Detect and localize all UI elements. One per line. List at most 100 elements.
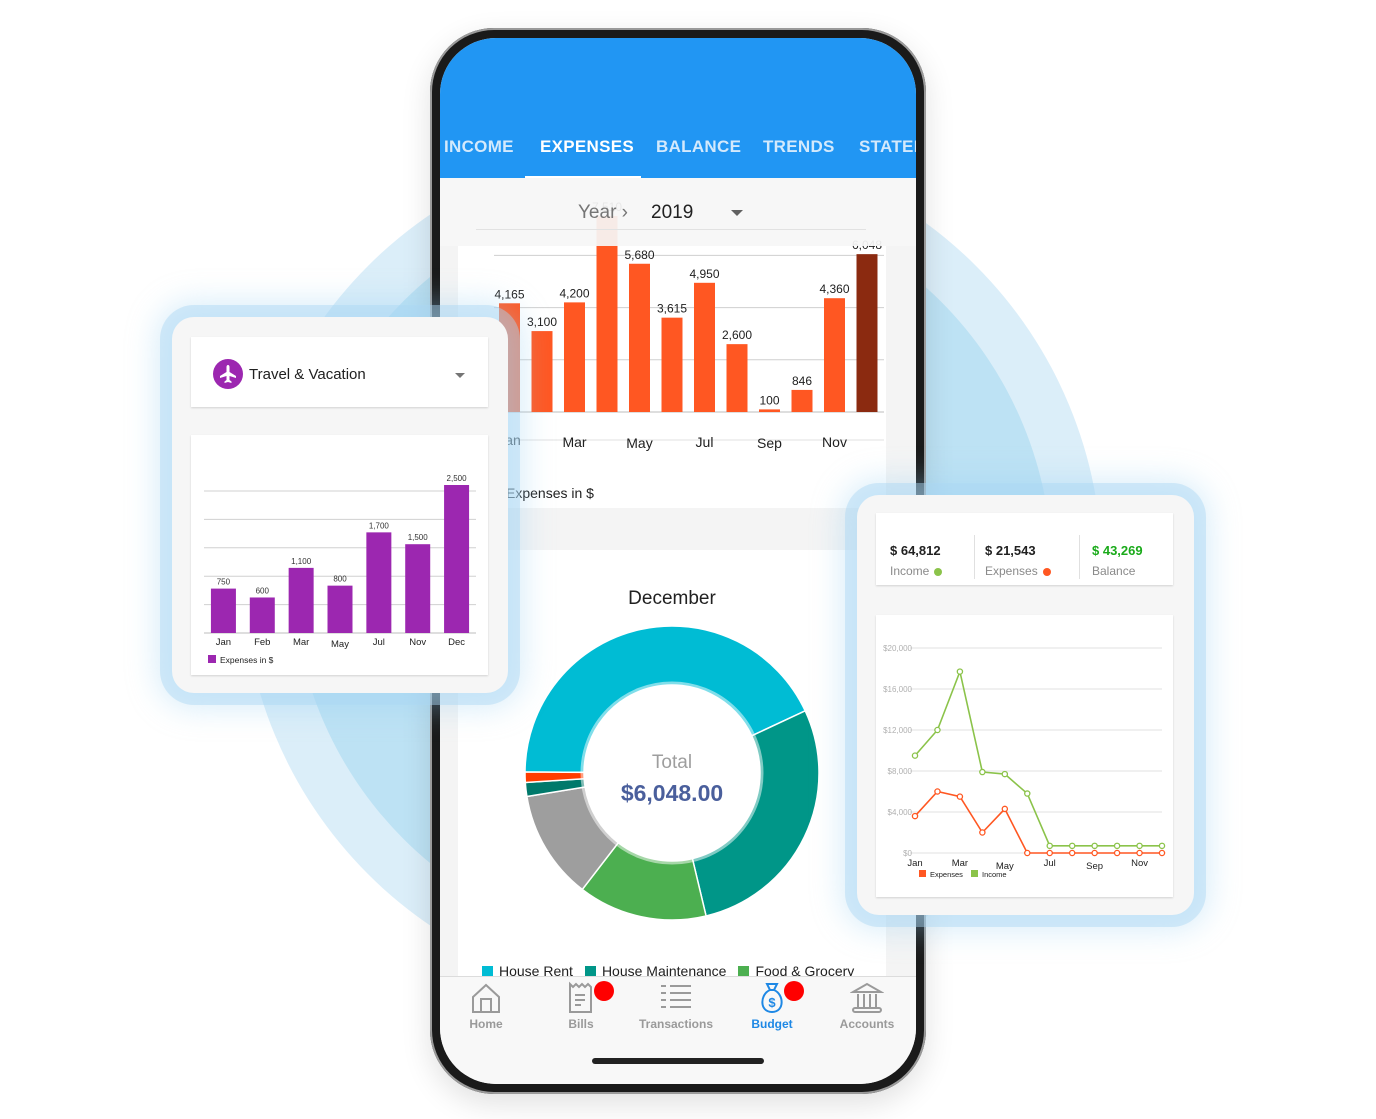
x-tick-label: Mar	[562, 434, 586, 450]
tab-bar: INCOME EXPENSES BALANCE TRENDS STATEI	[440, 106, 916, 178]
data-label: 2,500	[447, 474, 468, 483]
travel-bar-chart-card: 750 Jan 600 Feb 1,100 Mar 800 May 1,700 Jul 1,500 N…	[191, 435, 488, 675]
x-tick-label: Nov	[409, 637, 426, 648]
nav-label: Home	[469, 1017, 503, 1031]
data-label: 4,950	[689, 267, 719, 281]
donut-chart	[524, 625, 820, 921]
y-tick-label: $0	[903, 849, 912, 858]
home-indicator[interactable]	[592, 1058, 764, 1064]
point-income	[1024, 790, 1031, 797]
pie-total-label: Total	[651, 752, 693, 773]
bar-aug	[726, 344, 748, 412]
year-label: Year ›	[578, 202, 628, 223]
bar-oct	[791, 389, 813, 412]
nav-home[interactable]: Home	[441, 981, 531, 1031]
airplane-icon	[213, 359, 243, 389]
legend-swatch	[584, 965, 596, 977]
category-dropdown[interactable]: Travel & Vacation	[191, 337, 488, 407]
nav-label: Budget	[751, 1017, 793, 1031]
chevron-down-icon[interactable]	[731, 210, 743, 216]
point-expenses	[934, 788, 941, 795]
nav-transactions[interactable]: Transactions	[631, 981, 721, 1031]
data-label: 3,100	[527, 315, 557, 329]
x-tick-label: Jan	[907, 858, 922, 869]
point-expenses	[1024, 849, 1031, 857]
legend-swatch	[482, 965, 493, 977]
point-income	[1001, 770, 1009, 778]
year-selector-bar: Year › 2019	[440, 178, 916, 246]
expenses-label: Expenses	[985, 564, 1051, 578]
point-expenses	[1091, 849, 1098, 857]
december-pie-card: December Total $6,048.00 House Rent House…	[458, 550, 886, 1001]
point-expenses	[979, 829, 986, 836]
bar-may	[327, 585, 353, 633]
data-label: 1,500	[408, 533, 429, 542]
data-label: 4,360	[819, 282, 849, 296]
legend-label: Expenses	[930, 870, 963, 879]
point-expenses	[911, 812, 919, 820]
bar-jun	[661, 317, 683, 412]
x-tick-label: May	[331, 639, 349, 650]
bills-notification-badge	[594, 981, 614, 1001]
tab-balance[interactable]: BALANCE	[656, 106, 741, 178]
category-name: Travel & Vacation	[249, 366, 366, 383]
income-total: $ 64,812	[890, 543, 941, 558]
nav-accounts[interactable]: Accounts	[822, 981, 912, 1031]
x-tick-label: Mar	[952, 858, 968, 869]
bar-dec	[856, 254, 878, 412]
app-bar: INCOME EXPENSES BALANCE TRENDS STATEI	[440, 38, 916, 180]
bar-jan	[210, 588, 236, 633]
data-label: 5,680	[624, 248, 654, 262]
x-tick-label: Jul	[1044, 858, 1056, 869]
income-label-text: Income	[890, 564, 930, 578]
y-tick-label: $16,000	[883, 685, 912, 694]
data-label: 750	[217, 578, 231, 587]
series-line-expenses	[914, 790, 1162, 854]
bar-sep	[759, 409, 780, 412]
x-tick-label: Jan	[216, 637, 231, 648]
income-dot-icon	[934, 567, 943, 576]
expenses-dot-icon	[1042, 567, 1051, 576]
x-tick-label: Sep	[1086, 861, 1103, 872]
legend-swatch	[208, 655, 216, 663]
point-expenses	[1046, 849, 1053, 857]
x-tick-label: Jul	[696, 434, 714, 450]
data-label: 100	[759, 393, 779, 407]
income-expenses-line-chart-card: $0 $4,000 $8,000 $12,000 $16,000 $20,000 Jan Ma…	[876, 615, 1173, 897]
balance-total: $ 43,269	[1092, 543, 1143, 558]
chart-legend: Expenses in $	[506, 485, 594, 501]
y-tick-label: $12,000	[883, 726, 912, 735]
point-income	[1068, 842, 1076, 850]
x-tick-label: Feb	[254, 637, 270, 648]
income-label: Income	[890, 564, 943, 578]
content-area: Year › 2019 4,165Jan3,1004,200Mar7,5105,…	[440, 178, 916, 1008]
series-line-income	[914, 668, 1162, 847]
nav-label: Transactions	[638, 1017, 714, 1031]
divider	[974, 535, 975, 579]
tab-trends[interactable]: TRENDS	[763, 106, 835, 178]
travel-expenses-card: Travel & Vacation 750 Jan 600 Feb 1,100 Mar 80…	[172, 317, 508, 693]
bottom-navigation: Home Bills Transactions $ Budget Account…	[440, 976, 916, 1084]
expenses-total: $ 21,543	[985, 543, 1036, 558]
point-expenses	[1136, 849, 1143, 857]
divider	[1079, 535, 1080, 579]
svg-text:$: $	[768, 995, 776, 1010]
bar-nov	[405, 544, 431, 633]
data-label: 1,100	[291, 557, 312, 566]
data-label: 4,200	[559, 286, 589, 300]
bar-dec	[444, 485, 470, 633]
bank-icon	[850, 982, 884, 1013]
bar-nov	[824, 298, 845, 412]
data-label: 600	[256, 586, 270, 595]
year-dropdown[interactable]: 2019	[651, 202, 693, 224]
tab-statements[interactable]: STATEI	[859, 106, 916, 178]
point-expenses	[1158, 849, 1166, 857]
summary-card: $ 64,812 Income $ 21,543 Expenses $ 43,2…	[857, 495, 1194, 915]
tab-expenses[interactable]: EXPENSES	[540, 106, 634, 178]
tab-income[interactable]: INCOME	[444, 106, 514, 178]
data-label: 3,615	[657, 302, 687, 316]
pie-total-value: $6,048.00	[620, 780, 724, 806]
bar-jul	[366, 532, 392, 633]
point-income	[956, 668, 964, 675]
balance-label: Balance	[1092, 564, 1136, 578]
